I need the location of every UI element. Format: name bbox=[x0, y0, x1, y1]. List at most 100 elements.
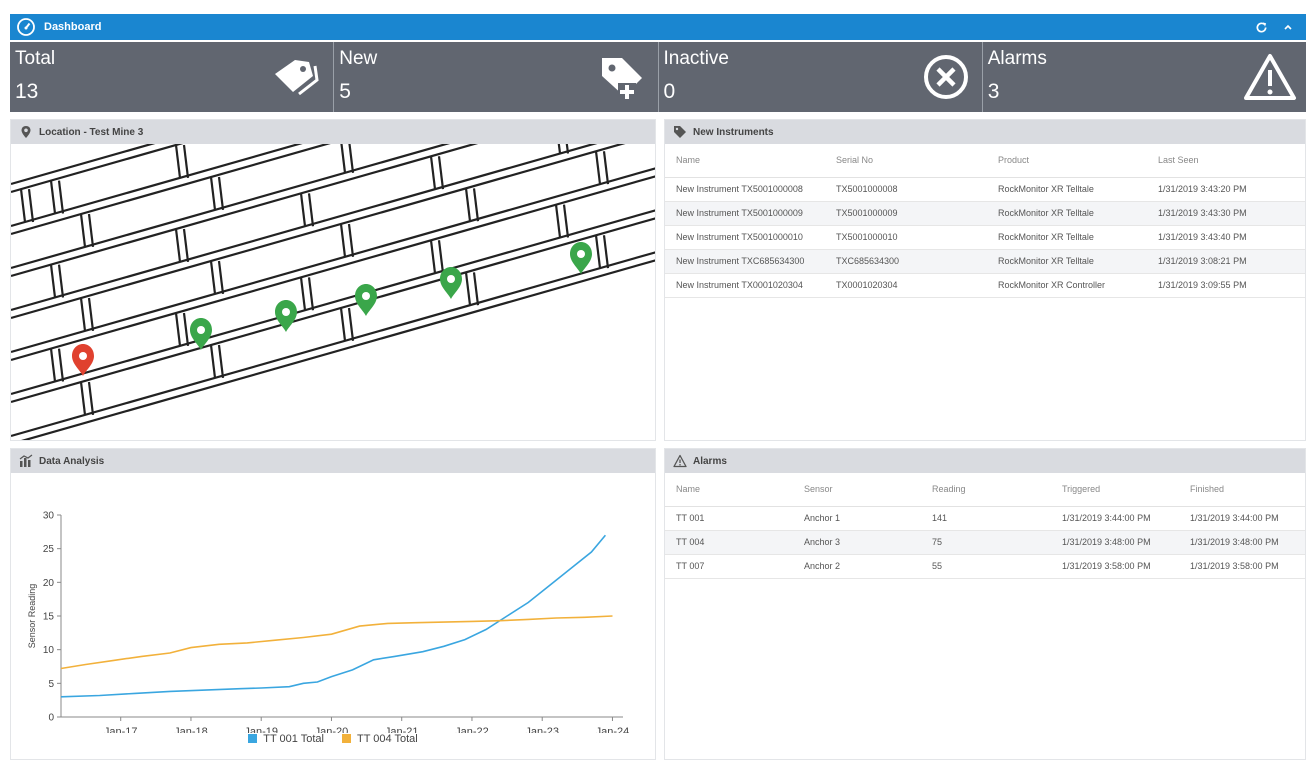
instrument-marker-icon[interactable] bbox=[440, 267, 462, 299]
cell-name: New Instrument TX5001000010 bbox=[665, 225, 825, 250]
instrument-marker-icon[interactable] bbox=[570, 242, 592, 274]
tunnel-crosscut bbox=[429, 156, 437, 190]
legend-label: TT 001 Total bbox=[263, 733, 324, 745]
tunnel-crosscut bbox=[27, 189, 35, 223]
column-header-sensor[interactable]: Sensor bbox=[793, 473, 921, 507]
column-header-name[interactable]: Name bbox=[665, 473, 793, 507]
table-row[interactable]: New Instrument TX5001000008 TX5001000008… bbox=[665, 177, 1305, 202]
column-header-triggered[interactable]: Triggered bbox=[1051, 473, 1179, 507]
table-row[interactable]: New Instrument TX0001020304 TX0001020304… bbox=[665, 273, 1305, 298]
tunnel-crosscut bbox=[307, 277, 315, 311]
column-header-reading[interactable]: Reading bbox=[921, 473, 1051, 507]
cell-name: TT 001 bbox=[665, 506, 793, 531]
column-header-serial[interactable]: Serial No bbox=[825, 144, 987, 178]
mine-tunnels bbox=[11, 120, 655, 440]
tunnel-drift bbox=[11, 251, 655, 438]
table-row[interactable]: TT 001 Anchor 1 141 1/31/2019 3:44:00 PM… bbox=[665, 506, 1305, 531]
tunnel-crosscut bbox=[174, 228, 182, 262]
cell-serial: TX5001000008 bbox=[825, 177, 987, 202]
data-analysis-title: Data Analysis bbox=[39, 455, 105, 467]
y-tick-label: 5 bbox=[48, 679, 54, 690]
legend-item-series-1[interactable]: TT 001 Total bbox=[248, 733, 324, 745]
data-analysis-header: Data Analysis bbox=[11, 449, 655, 473]
mine-map[interactable] bbox=[11, 120, 656, 440]
legend-item-series-2[interactable]: TT 004 Total bbox=[342, 733, 418, 745]
series-line-1[interactable] bbox=[60, 534, 607, 698]
column-header-name[interactable]: Name bbox=[665, 144, 825, 178]
cell-product: RockMonitor XR Telltale bbox=[987, 249, 1147, 274]
legend-label: TT 004 Total bbox=[357, 733, 418, 745]
tunnel-crosscut bbox=[87, 381, 95, 416]
sensor-chart[interactable]: 0 5 10 15 20 25 30 Jan-17 Jan-18 Jan-19 Jan-20 Jan-… bbox=[11, 473, 656, 739]
cell-sensor: Anchor 1 bbox=[793, 506, 921, 531]
tunnel-crosscut bbox=[562, 204, 570, 238]
refresh-icon[interactable] bbox=[1255, 21, 1268, 34]
marker-dot bbox=[447, 275, 455, 283]
tunnel-crosscut bbox=[347, 139, 355, 173]
tunnel-crosscut bbox=[209, 176, 217, 210]
y-tick-label: 10 bbox=[43, 645, 55, 656]
cell-last-seen: 1/31/2019 3:08:21 PM bbox=[1147, 249, 1305, 274]
stat-inactive-value: 0 bbox=[663, 80, 676, 103]
series-line-2[interactable] bbox=[60, 615, 613, 670]
x-tick-label: Jan-23 bbox=[525, 726, 559, 733]
cell-finished: 1/31/2019 3:48:00 PM bbox=[1179, 530, 1305, 555]
tunnel-crosscut bbox=[182, 312, 190, 346]
y-axis-label: Sensor Reading bbox=[27, 584, 37, 649]
y-tick-label: 30 bbox=[43, 511, 55, 522]
tunnel-drift bbox=[11, 175, 655, 362]
table-row[interactable]: New Instrument TXC685634300 TXC685634300… bbox=[665, 249, 1305, 274]
instrument-marker-icon[interactable] bbox=[355, 284, 377, 316]
cell-name: New Instrument TX0001020304 bbox=[665, 273, 825, 298]
cell-triggered: 1/31/2019 3:58:00 PM bbox=[1051, 554, 1179, 579]
x-tick-label: Jan-19 bbox=[244, 726, 278, 733]
cell-last-seen: 1/31/2019 3:43:20 PM bbox=[1147, 177, 1305, 202]
tunnel-crosscut bbox=[307, 193, 315, 227]
y-tick-label: 15 bbox=[43, 612, 55, 623]
cell-name: TT 007 bbox=[665, 554, 793, 579]
cell-triggered: 1/31/2019 3:48:00 PM bbox=[1051, 530, 1179, 555]
marker-dot bbox=[577, 250, 585, 258]
tag-add-icon bbox=[601, 58, 642, 101]
tunnel-crosscut bbox=[464, 272, 472, 306]
tunnel-crosscut bbox=[217, 176, 225, 210]
tunnel-crosscut bbox=[347, 307, 355, 341]
column-header-product[interactable]: Product bbox=[987, 144, 1147, 178]
tunnel-crosscut bbox=[182, 144, 190, 178]
warning-icon bbox=[1244, 54, 1296, 100]
y-tick-label: 20 bbox=[43, 578, 55, 589]
tunnel-crosscut bbox=[554, 120, 562, 154]
tunnel-crosscut bbox=[339, 307, 347, 341]
stat-inactive[interactable]: Inactive 0 bbox=[659, 42, 983, 112]
tunnel-crosscut bbox=[472, 188, 480, 222]
new-instruments-table: Name Serial No Product Last Seen New Ins… bbox=[665, 144, 1305, 298]
column-header-last-seen[interactable]: Last Seen bbox=[1147, 144, 1305, 178]
tunnel-crosscut bbox=[299, 277, 307, 311]
tunnel-crosscut bbox=[594, 235, 602, 269]
cell-product: RockMonitor XR Telltale bbox=[987, 201, 1147, 226]
tunnel-crosscut bbox=[602, 151, 610, 185]
instrument-marker-icon[interactable] bbox=[275, 300, 297, 332]
cell-sensor: Anchor 2 bbox=[793, 554, 921, 579]
legend-swatch bbox=[248, 734, 258, 743]
new-instruments-title: New Instruments bbox=[693, 126, 774, 138]
tunnel-crosscut bbox=[217, 260, 225, 294]
tunnel-crosscut bbox=[209, 344, 217, 378]
stat-total[interactable]: Total 13 bbox=[10, 42, 335, 112]
table-row[interactable]: TT 007 Anchor 2 55 1/31/2019 3:58:00 PM … bbox=[665, 554, 1305, 579]
tunnel-crosscut bbox=[79, 381, 87, 416]
tunnel-drift bbox=[21, 259, 655, 440]
table-row[interactable]: TT 004 Anchor 3 75 1/31/2019 3:48:00 PM … bbox=[665, 530, 1305, 555]
tunnel-crosscut bbox=[174, 312, 182, 346]
y-tick-label: 25 bbox=[43, 544, 55, 555]
tunnel-crosscut bbox=[49, 348, 57, 382]
table-row[interactable]: New Instrument TX5001000009 TX5001000009… bbox=[665, 201, 1305, 226]
stat-new[interactable]: New 5 bbox=[334, 42, 659, 112]
stat-alarms[interactable]: Alarms 3 bbox=[983, 42, 1306, 112]
column-header-finished[interactable]: Finished bbox=[1179, 473, 1305, 507]
chevron-up-icon[interactable] bbox=[1282, 21, 1294, 33]
cell-serial: TX5001000010 bbox=[825, 225, 987, 250]
cell-serial: TX5001000009 bbox=[825, 201, 987, 226]
table-row[interactable]: New Instrument TX5001000010 TX5001000010… bbox=[665, 225, 1305, 250]
alarms-table: Name Sensor Reading Triggered Finished T… bbox=[665, 473, 1305, 579]
